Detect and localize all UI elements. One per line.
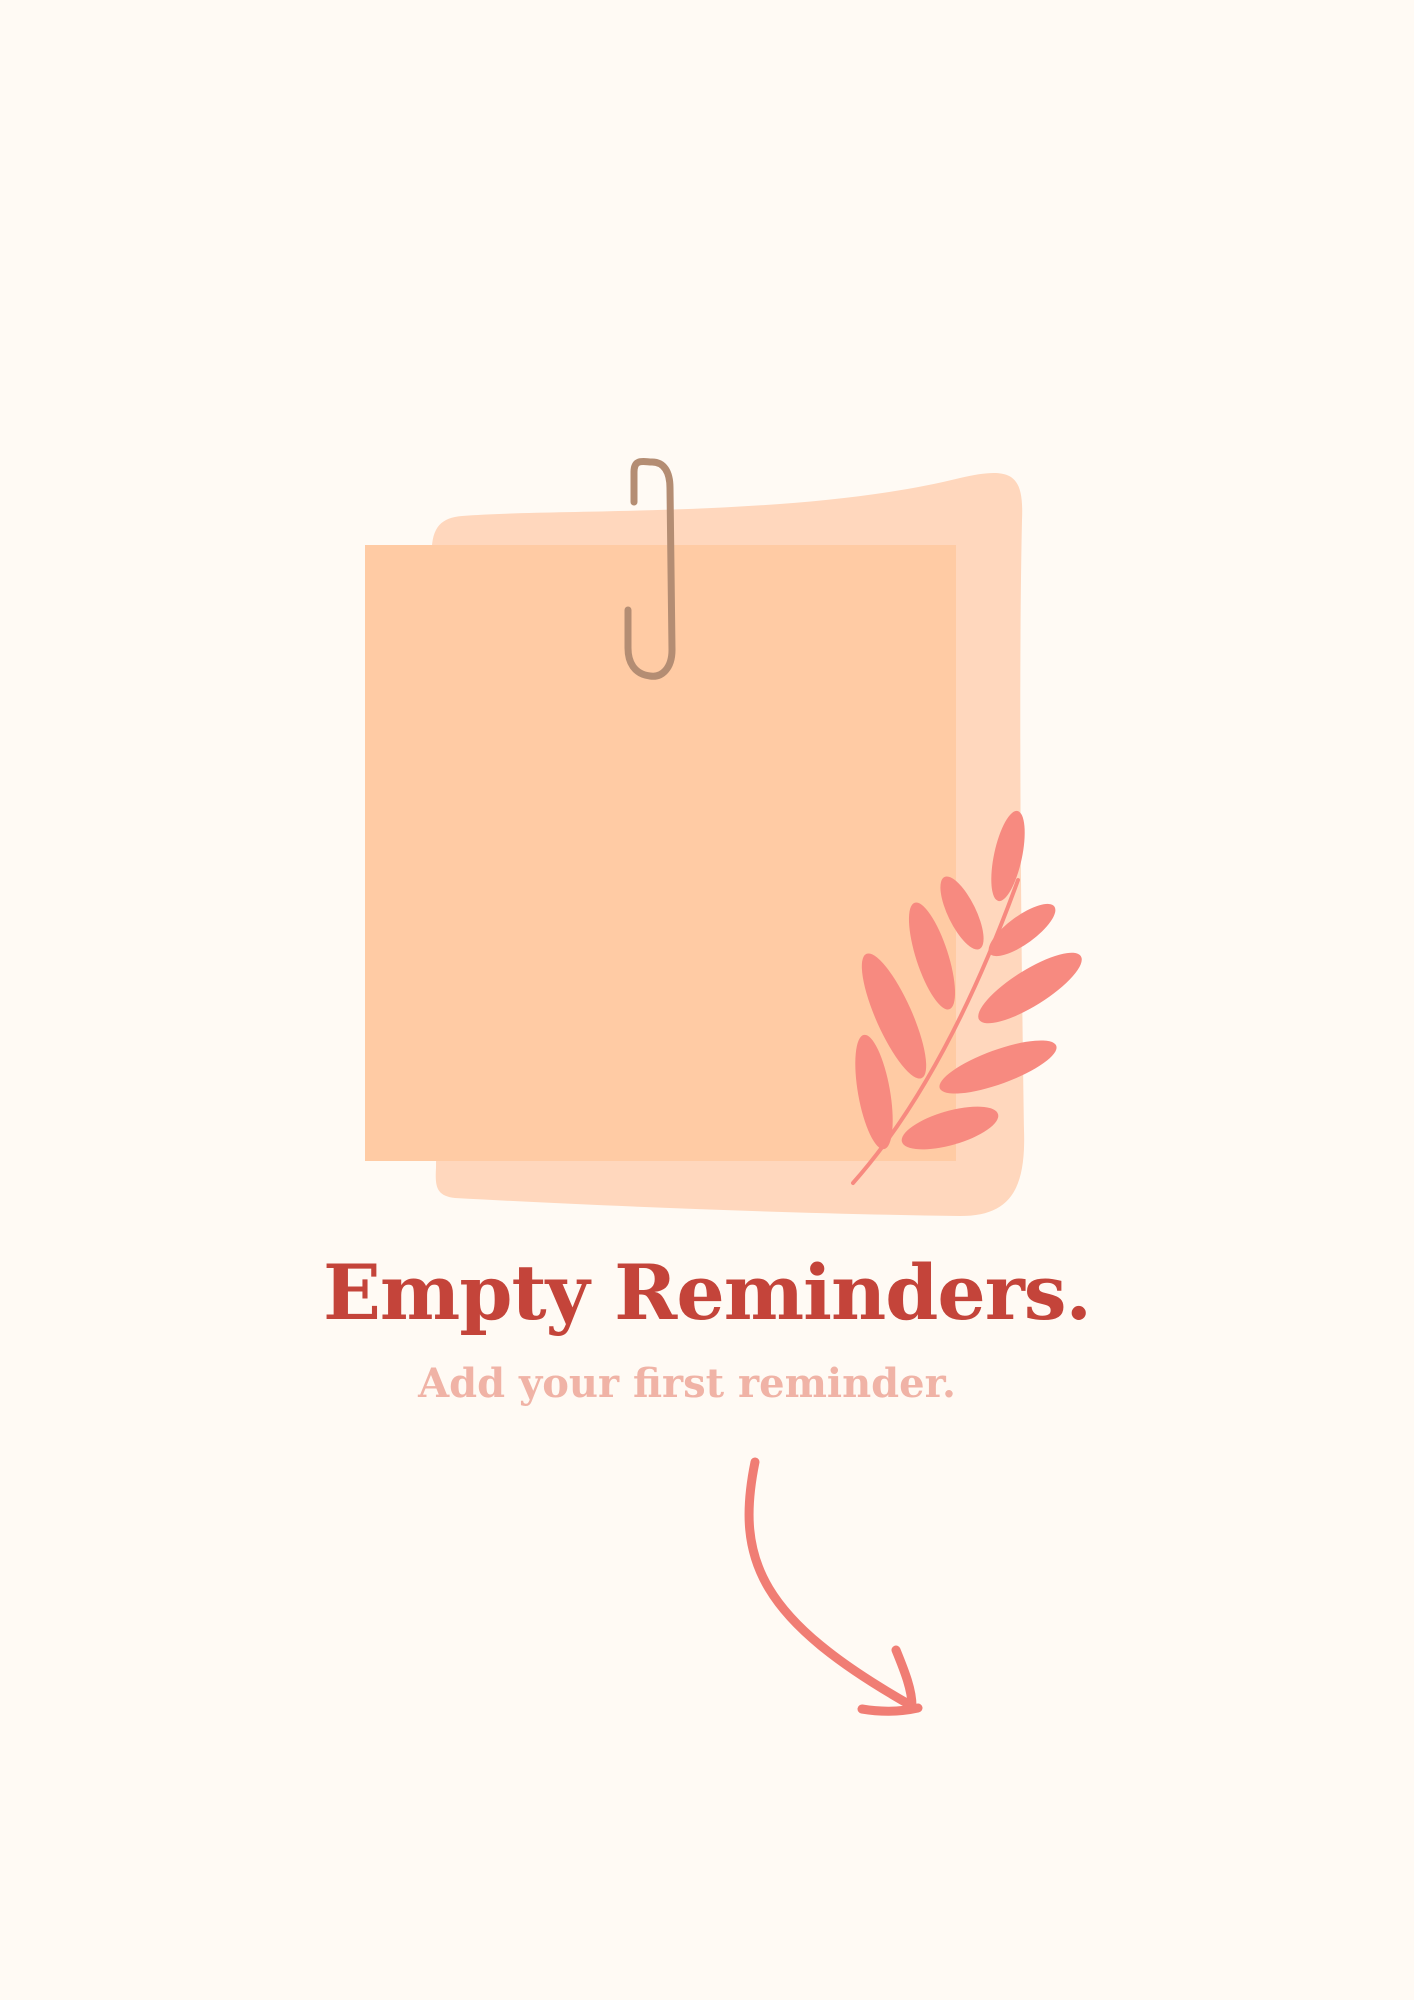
empty-state-title: Empty Reminders. — [322, 1248, 1092, 1337]
empty-state-subtitle: Add your first reminder. — [418, 1360, 956, 1407]
curved-arrow-icon — [744, 1457, 923, 1716]
empty-reminders-illustration — [365, 457, 1082, 1716]
